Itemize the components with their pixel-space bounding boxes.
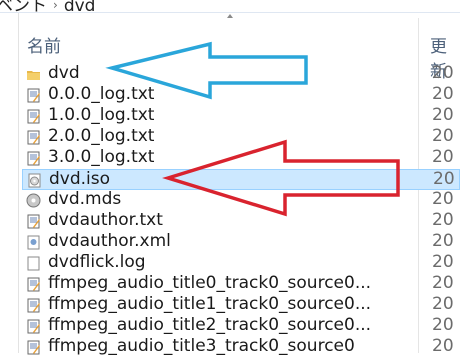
file-name: ffmpeg_audio_title2_track0_source0... (48, 315, 372, 335)
file-date: 20 (432, 210, 454, 230)
file-name: 3.0.0_log.txt (48, 147, 155, 167)
log-file-icon (26, 256, 41, 271)
text-file-icon (26, 151, 41, 166)
file-row[interactable]: 3.0.0_log.txt 20 (22, 147, 460, 169)
file-row[interactable]: ffmpeg_audio_title0_track0_source0... 20 (22, 273, 460, 295)
mds-file-icon (26, 193, 41, 208)
folder-file-icon (26, 67, 41, 82)
file-row[interactable]: dvdflick.log 20 (22, 252, 460, 274)
file-date: 20 (432, 105, 454, 125)
file-row[interactable]: 1.0.0_log.txt 20 (22, 105, 460, 127)
text-file-icon (26, 88, 41, 103)
file-name: dvdauthor.xml (48, 231, 171, 251)
file-row[interactable]: dvdauthor.txt 20 (22, 210, 460, 232)
file-date: 20 (433, 169, 455, 189)
file-name: dvd.iso (49, 169, 111, 189)
file-row[interactable]: ffmpeg_audio_title1_track0_source0... 20 (22, 294, 460, 316)
file-date: 20 (432, 273, 454, 293)
text-file-icon (26, 298, 41, 313)
sort-indicator-icon (227, 14, 233, 18)
file-date: 20 (432, 189, 454, 209)
file-row[interactable]: ffmpeg_audio_title2_track0_source0... 20 (22, 315, 460, 337)
file-name: ffmpeg_audio_title3_track0_source0 (48, 336, 355, 356)
file-name: dvd (48, 63, 80, 83)
file-date: 20 (432, 231, 454, 251)
file-name: dvdflick.log (48, 252, 146, 272)
file-row[interactable]: 2.0.0_log.txt 20 (22, 126, 460, 148)
file-row[interactable]: dvd.mds 20 (22, 189, 460, 211)
file-name: 2.0.0_log.txt (48, 126, 155, 146)
file-name: dvdauthor.txt (48, 210, 163, 230)
text-file-icon (26, 130, 41, 145)
file-row[interactable]: ffmpeg_audio_title3_track0_source0 20 (22, 336, 460, 358)
text-file-icon (26, 109, 41, 124)
text-file-icon (26, 277, 41, 292)
file-date: 20 (432, 252, 454, 272)
breadcrumb-chevron-icon: › (53, 0, 58, 12)
file-row[interactable]: dvd 20 (22, 63, 460, 85)
text-file-icon (26, 319, 41, 334)
file-date: 20 (432, 315, 454, 335)
text-file-icon (26, 214, 41, 229)
file-date: 20 (432, 336, 454, 356)
file-date: 20 (432, 126, 454, 146)
file-name: ffmpeg_audio_title0_track0_source0... (48, 273, 372, 293)
xml-file-icon (26, 235, 41, 250)
file-name: 1.0.0_log.txt (48, 105, 155, 125)
navigation-pane[interactable] (0, 13, 19, 353)
file-name: 0.0.0_log.txt (48, 84, 155, 104)
file-row[interactable]: dvdauthor.xml 20 (22, 231, 460, 253)
disc-image-file-icon (27, 173, 42, 188)
file-date: 20 (432, 63, 454, 83)
file-name: ffmpeg_audio_title1_track0_source0... (48, 294, 372, 314)
file-date: 20 (432, 84, 454, 104)
file-row[interactable]: 0.0.0_log.txt 20 (22, 84, 460, 106)
breadcrumb-current[interactable]: dvd (64, 0, 96, 16)
file-date: 20 (432, 294, 454, 314)
file-date: 20 (432, 147, 454, 167)
address-bar[interactable]: ベント › dvd (0, 0, 460, 16)
file-name: dvd.mds (48, 189, 122, 209)
file-row[interactable]: dvd.iso 20 (22, 169, 460, 190)
